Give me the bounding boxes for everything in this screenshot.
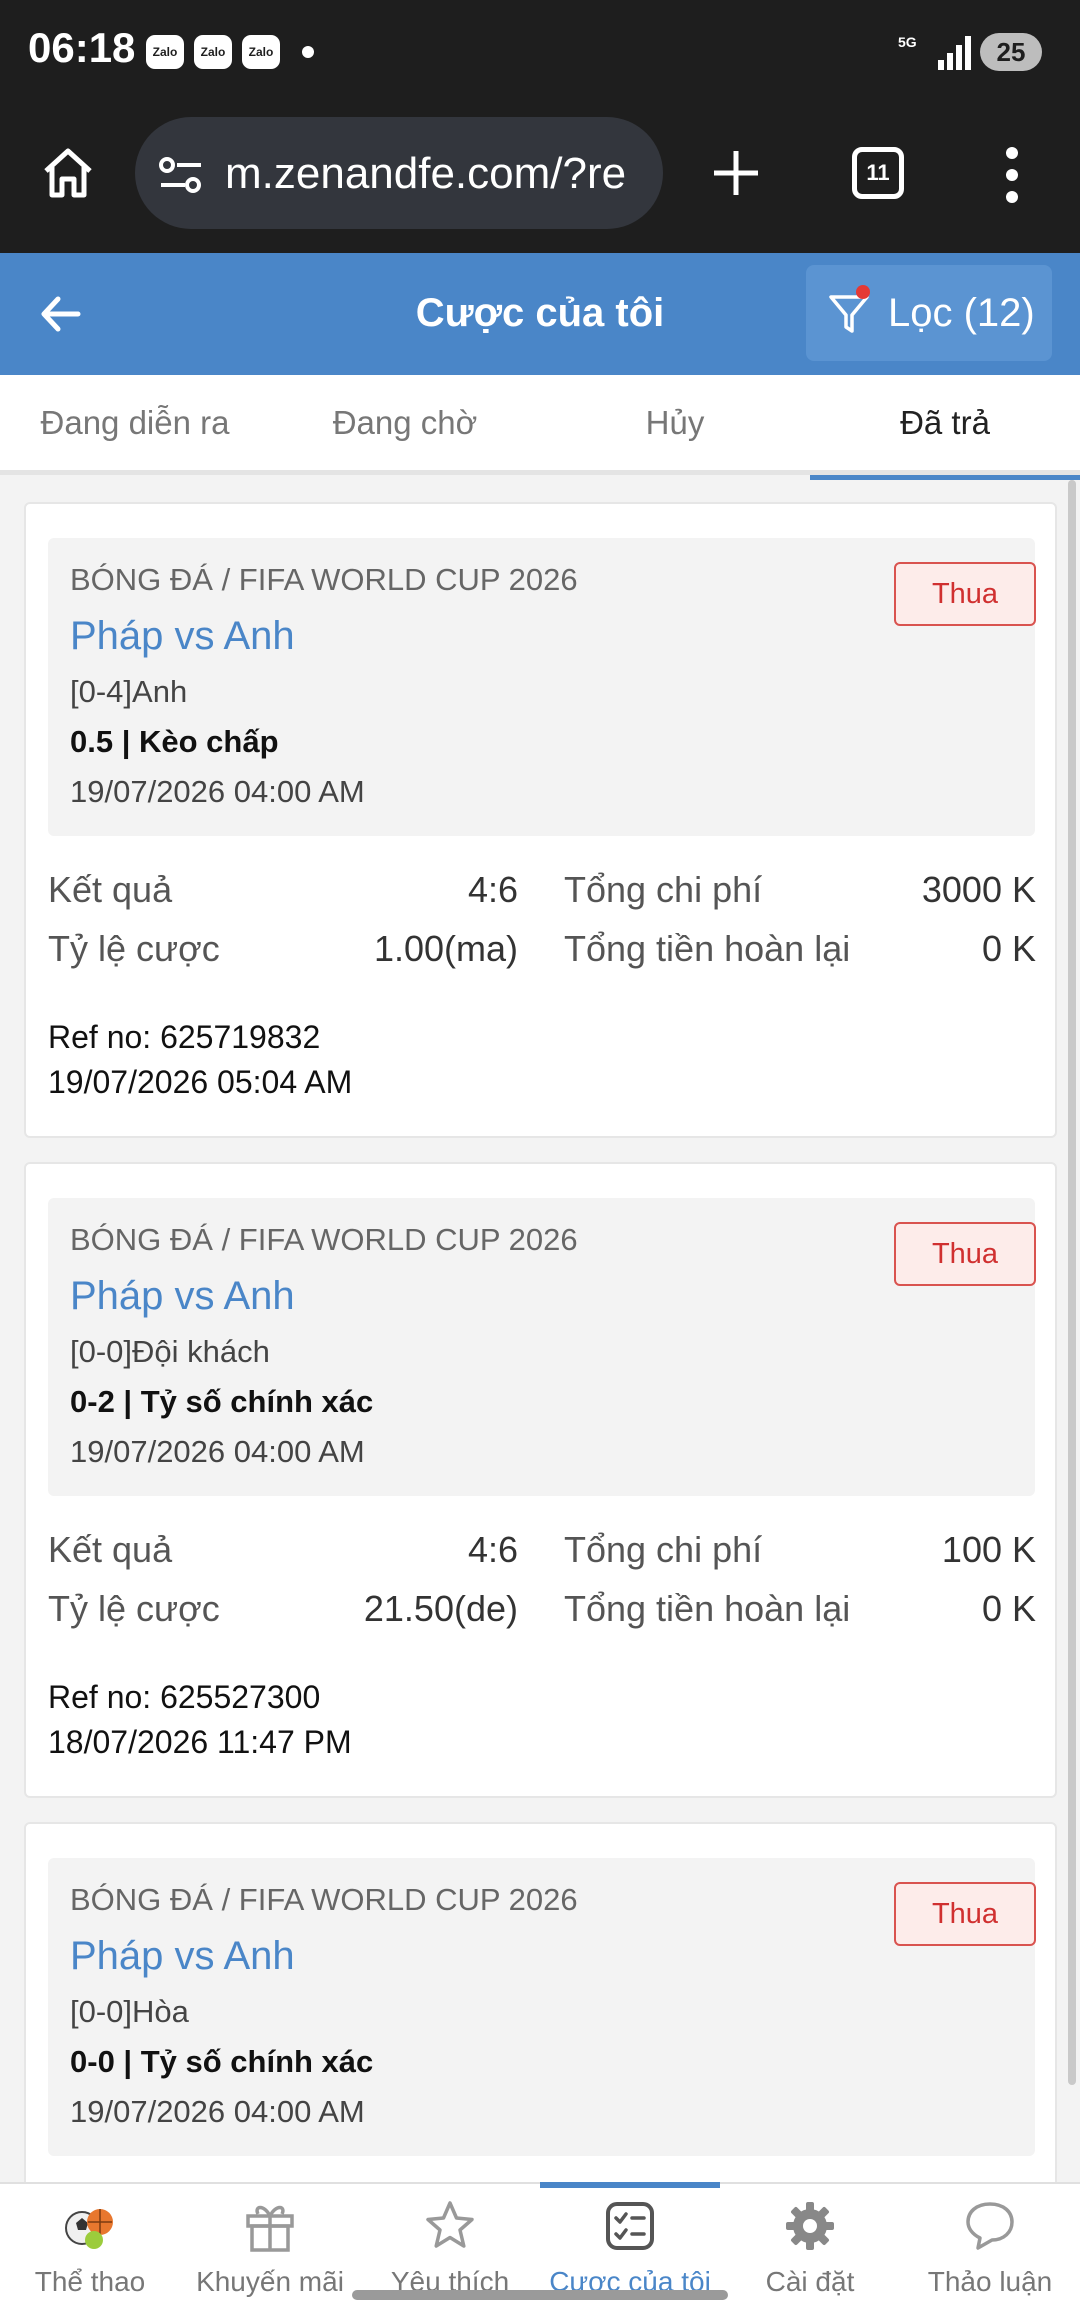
bet-pick: [0-0]Hòa	[70, 1994, 189, 2029]
bet-card[interactable]: BÓNG ĐÁ / FIFA WORLD CUP 2026 Pháp vs An…	[24, 1162, 1057, 1798]
match-time: 19/07/2026 04:00 AM	[70, 1434, 365, 1469]
nav-label: Khuyến mãi	[196, 2266, 344, 2297]
filter-button[interactable]: Lọc (12)	[806, 265, 1052, 361]
zalo-notification-icon: Zalo	[242, 35, 280, 69]
back-arrow-icon[interactable]	[36, 289, 86, 339]
odds-value: 21.50(de)	[363, 1588, 518, 1629]
total-refund-value: 0 K	[981, 928, 1036, 969]
bet-market: 0-0 | Tỷ số chính xác	[70, 2044, 374, 2079]
status-bar: 06:18 Zalo Zalo Zalo 5G 25	[0, 0, 1080, 105]
result-value: 4:6	[467, 1529, 518, 1570]
home-icon[interactable]	[40, 145, 96, 201]
total-cost-value: 3000 K	[921, 869, 1036, 910]
match-title[interactable]: Pháp vs Anh	[70, 614, 295, 659]
zalo-notification-icon: Zalo	[146, 35, 184, 69]
gear-icon	[786, 2202, 834, 2250]
league-label: BÓNG ĐÁ / FIFA WORLD CUP 2026	[70, 1222, 578, 1257]
match-title[interactable]: Pháp vs Anh	[70, 1274, 295, 1319]
bet-info-panel: BÓNG ĐÁ / FIFA WORLD CUP 2026 Pháp vs An…	[48, 538, 1036, 836]
filter-icon	[829, 295, 869, 333]
nav-label: Thể thao	[34, 2266, 146, 2297]
odds-label: Tỷ lệ cược	[48, 928, 220, 969]
match-title[interactable]: Pháp vs Anh	[70, 1934, 295, 1979]
chat-bubble-icon	[966, 2202, 1014, 2250]
gift-icon	[246, 2205, 294, 2252]
network-type-icon: 5G	[898, 34, 917, 50]
filter-active-dot	[856, 285, 870, 299]
url-bar[interactable]: m.zenandfe.com/?re	[135, 117, 663, 229]
total-cost-label: Tổng chi phí	[564, 1529, 763, 1570]
browser-toolbar: m.zenandfe.com/?re 11	[0, 105, 1080, 253]
app-header: Cược của tôi Lọc (12)	[0, 253, 1080, 375]
nav-label: Thảo luận	[927, 2266, 1053, 2297]
bet-market: 0-2 | Tỷ số chính xác	[70, 1384, 374, 1419]
signal-icon	[938, 36, 971, 70]
new-tab-plus-icon[interactable]	[708, 145, 764, 201]
match-time: 19/07/2026 04:00 AM	[70, 774, 365, 809]
bet-info-panel: BÓNG ĐÁ / FIFA WORLD CUP 2026 Pháp vs An…	[48, 1858, 1036, 2156]
ref-number: Ref no: 625719832	[48, 1019, 321, 1055]
tab-huy[interactable]: Hủy	[540, 375, 810, 475]
more-vert-icon[interactable]	[1002, 145, 1022, 205]
battery-icon: 25	[980, 33, 1042, 71]
status-badge: Thua	[894, 1882, 1036, 1946]
bet-slip-icon	[606, 2202, 654, 2250]
match-time: 19/07/2026 04:00 AM	[70, 2094, 365, 2129]
total-refund-label: Tổng tiền hoàn lại	[564, 928, 851, 969]
total-cost-label: Tổng chi phí	[564, 869, 763, 910]
status-badge: Thua	[894, 562, 1036, 626]
bet-card[interactable]: BÓNG ĐÁ / FIFA WORLD CUP 2026 Pháp vs An…	[24, 502, 1057, 1138]
result-value: 4:6	[467, 869, 518, 910]
bet-pick: [0-4]Anh	[70, 674, 188, 709]
nav-label: Cài đặt	[765, 2266, 855, 2297]
ref-number: Ref no: 625527300	[48, 1679, 321, 1715]
tabs-count-button[interactable]: 11	[852, 147, 904, 199]
gesture-bar[interactable]	[352, 2290, 728, 2300]
tab-dang-dien-ra[interactable]: Đang diễn ra	[0, 375, 270, 475]
total-refund-value: 0 K	[981, 1588, 1036, 1629]
bet-info-panel: BÓNG ĐÁ / FIFA WORLD CUP 2026 Pháp vs An…	[48, 1198, 1036, 1496]
site-settings-icon[interactable]	[157, 153, 205, 197]
bet-card[interactable]: BÓNG ĐÁ / FIFA WORLD CUP 2026 Pháp vs An…	[24, 1822, 1057, 2222]
url-text[interactable]: m.zenandfe.com/?re	[225, 149, 626, 199]
result-label: Kết quả	[48, 869, 173, 910]
tab-dang-cho[interactable]: Đang chờ	[270, 375, 540, 475]
status-tabs: Đang diễn ra Đang chờ Hủy Đã trả	[0, 375, 1080, 480]
league-label: BÓNG ĐÁ / FIFA WORLD CUP 2026	[70, 1882, 578, 1917]
status-badge: Thua	[894, 1222, 1036, 1286]
nav-item-the-thao[interactable]: Thể thao	[0, 2184, 180, 2316]
league-label: BÓNG ĐÁ / FIFA WORLD CUP 2026	[70, 562, 578, 597]
result-label: Kết quả	[48, 1529, 173, 1570]
total-cost-value: 100 K	[941, 1529, 1036, 1570]
odds-value: 1.00(ma)	[373, 928, 518, 969]
placed-time: 18/07/2026 11:47 PM	[48, 1724, 352, 1760]
odds-label: Tỷ lệ cược	[48, 1588, 220, 1629]
nav-item-thao-luan[interactable]: Thảo luận	[900, 2184, 1080, 2316]
placed-time: 19/07/2026 05:04 AM	[48, 1064, 353, 1100]
bet-market: 0.5 | Kèo chấp	[70, 724, 279, 759]
zalo-notification-icon: Zalo	[194, 35, 232, 69]
status-time: 06:18	[28, 24, 136, 71]
filter-label: Lọc (12)	[888, 291, 1035, 335]
scrollbar[interactable]	[1068, 480, 1076, 2085]
sports-balls-icon	[65, 2209, 113, 2249]
star-icon	[426, 2201, 474, 2248]
tab-da-tra[interactable]: Đã trả	[810, 375, 1080, 480]
bet-pick: [0-0]Đội khách	[70, 1334, 270, 1369]
more-notifications-dot	[302, 46, 314, 58]
total-refund-label: Tổng tiền hoàn lại	[564, 1588, 851, 1629]
nav-item-cai-dat[interactable]: Cài đặt	[720, 2184, 900, 2316]
nav-item-khuyen-mai[interactable]: Khuyến mãi	[180, 2184, 360, 2316]
